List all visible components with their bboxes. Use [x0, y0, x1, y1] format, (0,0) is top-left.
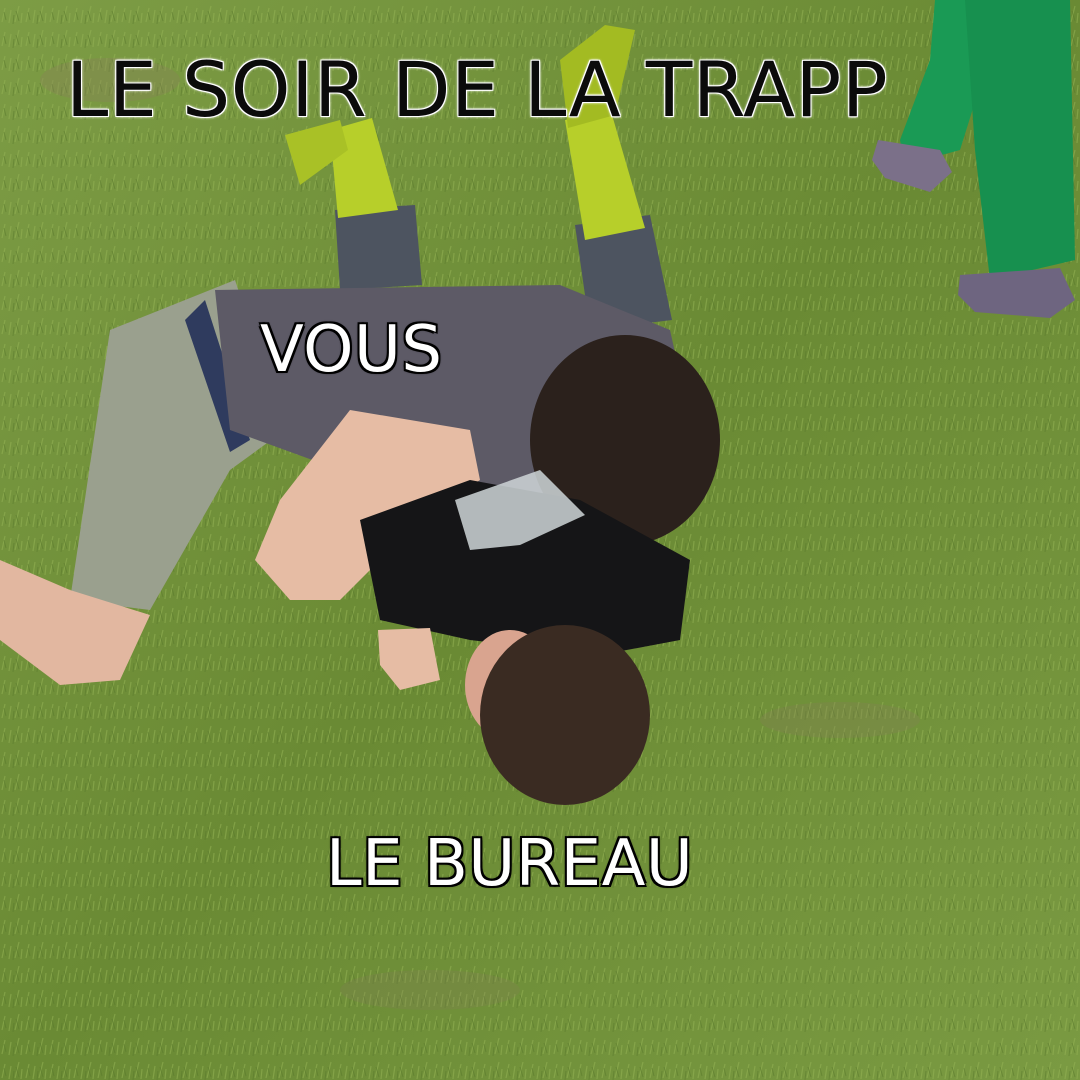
wrestling-photo [0, 0, 1080, 1080]
bottom-wrestler-hair [480, 625, 650, 805]
label-office: LE BUREAU [326, 827, 694, 901]
label-you: VOUS [260, 313, 443, 387]
top-caption: LE SOIR DE LA TRAPP [66, 45, 889, 134]
meme-image: LE SOIR DE LA TRAPP VOUS LE BUREAU [0, 0, 1080, 1080]
dirt-patch [760, 702, 920, 738]
dirt-patch [340, 970, 520, 1010]
